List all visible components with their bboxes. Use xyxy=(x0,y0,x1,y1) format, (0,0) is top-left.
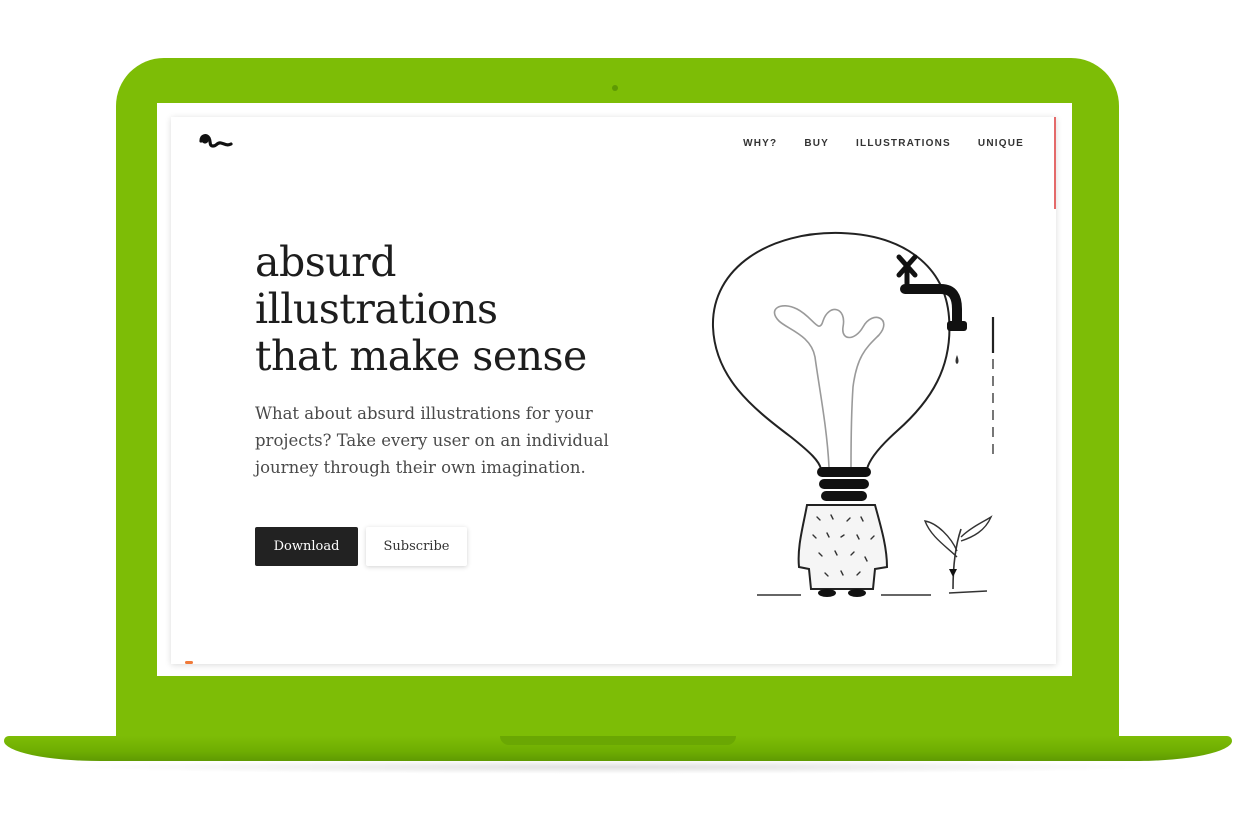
nav-item-why[interactable]: WHY? xyxy=(743,138,777,149)
laptop-mockup: WHY? BUY ILLUSTRATIONS UNIQUE absurd ill… xyxy=(0,0,1236,837)
nav-item-unique[interactable]: UNIQUE xyxy=(978,138,1024,149)
download-button[interactable]: Download xyxy=(255,527,358,566)
scroll-indicator[interactable] xyxy=(1054,117,1056,209)
hero-title-line: absurd xyxy=(255,238,396,286)
web-page: WHY? BUY ILLUSTRATIONS UNIQUE absurd ill… xyxy=(171,117,1056,664)
hero-title-line: illustrations xyxy=(255,285,498,333)
hero-title: absurd illustrations that make sense xyxy=(255,239,675,380)
lightbulb-illustration xyxy=(691,217,1031,607)
corner-accent xyxy=(185,661,193,664)
laptop-base-notch xyxy=(500,736,736,745)
subscribe-button[interactable]: Subscribe xyxy=(366,527,467,566)
laptop-shadow xyxy=(60,760,1176,774)
hero-description: What about absurd illustrations for your… xyxy=(255,404,609,477)
main-nav: WHY? BUY ILLUSTRATIONS UNIQUE xyxy=(743,138,1024,149)
camera-icon xyxy=(612,85,618,91)
hero-title-line: that make sense xyxy=(255,332,587,380)
laptop-screen: WHY? BUY ILLUSTRATIONS UNIQUE absurd ill… xyxy=(157,103,1072,676)
nav-item-buy[interactable]: BUY xyxy=(804,138,829,149)
logo-icon[interactable] xyxy=(197,131,235,153)
nav-item-illustrations[interactable]: ILLUSTRATIONS xyxy=(856,138,951,149)
